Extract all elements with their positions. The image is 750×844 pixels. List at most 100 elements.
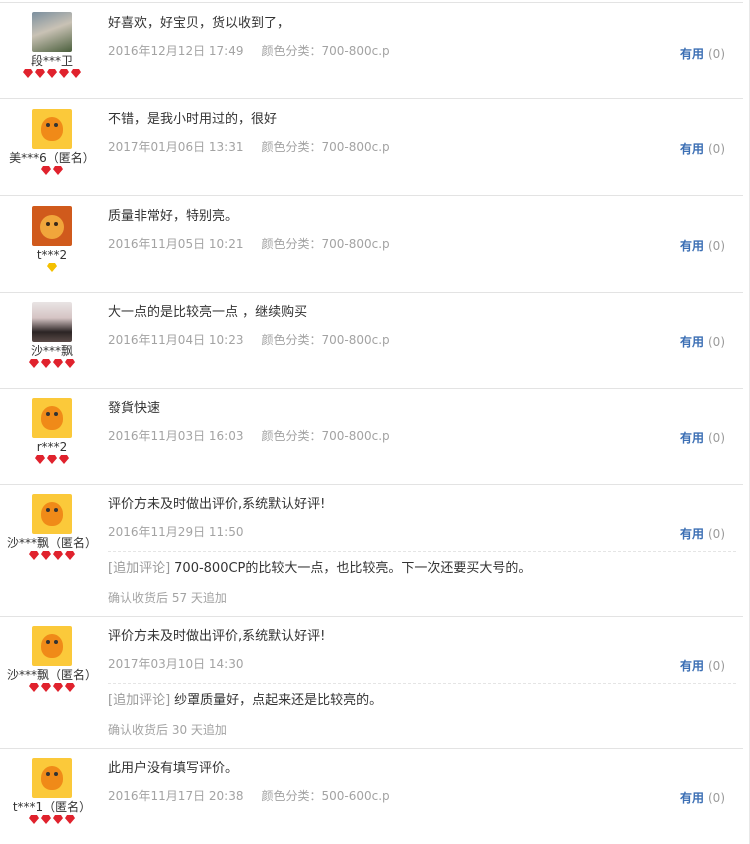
user-avatar[interactable] [32, 206, 72, 246]
red-diamond-icon [71, 69, 81, 78]
review-date: 2016年11月29日 11:50 [108, 525, 244, 539]
username[interactable]: t***2 [0, 248, 104, 262]
red-diamond-icon [47, 455, 57, 464]
red-diamond-icon [65, 683, 75, 692]
useful-label: 有用 [679, 431, 704, 445]
useful-button[interactable]: 有用 (0) [680, 430, 725, 446]
red-diamond-icon [53, 815, 63, 824]
review-content: 好喜欢，好宝贝，货以收到了， [108, 16, 291, 31]
useful-count: (0) [708, 47, 725, 61]
red-diamond-icon [35, 69, 45, 78]
buyer-rank-badge [0, 166, 104, 181]
red-diamond-icon [53, 551, 63, 560]
red-diamond-icon [41, 683, 51, 692]
review-user: t***1（匿名） [0, 758, 104, 830]
review-list: 段***卫 好喜欢，好宝贝，货以收到了， 2016年12月12日 17:49 颜色… [0, 0, 750, 844]
review-item: t***2 质量非常好，特别亮。 2016年11月05日 10:21 颜色分类：7… [0, 196, 743, 293]
review-body: 评价方未及时做出评价,系统默认好评! 2017年03月10日 14:30 [追加… [108, 628, 736, 746]
review-content: 大一点的是比较亮一点 ，继续购买 [108, 305, 308, 320]
review-date: 2016年11月05日 10:21 [108, 237, 244, 251]
useful-button[interactable]: 有用 (0) [680, 790, 725, 806]
buyer-rank-badge [0, 455, 104, 470]
red-diamond-icon [65, 815, 75, 824]
red-diamond-icon [59, 455, 69, 464]
useful-label: 有用 [679, 335, 704, 349]
review-date: 2016年11月03日 16:03 [108, 429, 244, 443]
append-meta: 确认收货后 30 天追加 [108, 723, 227, 737]
user-avatar[interactable] [32, 494, 72, 534]
red-diamond-icon [41, 166, 51, 175]
review-meta: 2016年11月03日 16:03 颜色分类：700-800c.p [108, 428, 736, 444]
username[interactable]: 沙***飘（匿名） [0, 668, 104, 682]
red-diamond-icon [41, 359, 51, 368]
useful-button[interactable]: 有用 (0) [680, 334, 725, 350]
review-user: 沙***飘 [0, 302, 104, 374]
review-meta: 2016年11月29日 11:50 [108, 524, 736, 540]
useful-button[interactable]: 有用 (0) [680, 46, 725, 62]
red-diamond-icon [53, 359, 63, 368]
append-text: 纱罩质量好，点起来还是比较亮的。 [174, 693, 383, 708]
review-meta: 2017年03月10日 14:30 [108, 656, 736, 672]
useful-label: 有用 [679, 239, 704, 253]
buyer-rank-badge [0, 551, 104, 566]
review-content: 此用户没有填写评价。 [108, 761, 239, 776]
username[interactable]: 美***6（匿名） [0, 151, 104, 165]
red-diamond-icon [29, 815, 39, 824]
review-sku: 颜色分类：500-600c.p [261, 789, 390, 803]
review-date: 2016年11月17日 20:38 [108, 789, 244, 803]
review-meta: 2016年11月04日 10:23 颜色分类：700-800c.p [108, 332, 736, 348]
append-tag: [追加评论] [108, 693, 171, 708]
username[interactable]: 段***卫 [0, 54, 104, 68]
red-diamond-icon [41, 815, 51, 824]
review-date: 2016年11月04日 10:23 [108, 333, 244, 347]
review-item: 段***卫 好喜欢，好宝贝，货以收到了， 2016年12月12日 17:49 颜色… [0, 2, 743, 99]
user-avatar[interactable] [32, 626, 72, 666]
user-avatar[interactable] [32, 302, 72, 342]
review-body: 不错，是我小时用过的，很好 2017年01月06日 13:31 颜色分类：700-… [108, 111, 736, 155]
red-diamond-icon [41, 551, 51, 560]
username[interactable]: 沙***飘（匿名） [0, 536, 104, 550]
useful-count: (0) [708, 431, 725, 445]
red-diamond-icon [53, 166, 63, 175]
review-content: 评价方未及时做出评价,系统默认好评! [108, 629, 326, 644]
useful-button[interactable]: 有用 (0) [680, 141, 725, 157]
review-date: 2016年12月12日 17:49 [108, 44, 244, 58]
review-user: 沙***飘（匿名） [0, 626, 104, 698]
append-review: [追加评论] 纱罩质量好，点起来还是比较亮的。 [108, 692, 382, 710]
useful-label: 有用 [679, 47, 704, 61]
review-item: 沙***飘（匿名） 评价方未及时做出评价,系统默认好评! 2017年03月10日… [0, 617, 743, 749]
useful-button[interactable]: 有用 (0) [680, 526, 725, 542]
red-diamond-icon [65, 551, 75, 560]
user-avatar[interactable] [32, 109, 72, 149]
red-diamond-icon [23, 69, 33, 78]
review-body: 好喜欢，好宝贝，货以收到了， 2016年12月12日 17:49 颜色分类：700… [108, 15, 736, 59]
red-diamond-icon [29, 683, 39, 692]
useful-button[interactable]: 有用 (0) [680, 238, 725, 254]
review-body: 發貨快速 2016年11月03日 16:03 颜色分类：700-800c.p [108, 400, 736, 444]
review-body: 质量非常好，特别亮。 2016年11月05日 10:21 颜色分类：700-800… [108, 208, 736, 252]
user-avatar[interactable] [32, 398, 72, 438]
review-content: 發貨快速 [108, 401, 161, 416]
useful-label: 有用 [679, 142, 704, 156]
review-sku: 颜色分类：700-800c.p [261, 333, 390, 347]
buyer-rank-badge [0, 69, 104, 84]
review-item: r***2 發貨快速 2016年11月03日 16:03 颜色分类：700-800… [0, 389, 743, 485]
review-meta: 2017年01月06日 13:31 颜色分类：700-800c.p [108, 139, 736, 155]
append-tag: [追加评论] [108, 561, 171, 576]
review-content: 评价方未及时做出评价,系统默认好评! [108, 497, 326, 512]
useful-count: (0) [708, 335, 725, 349]
username[interactable]: 沙***飘 [0, 344, 104, 358]
buyer-rank-badge [0, 263, 104, 278]
user-avatar[interactable] [32, 12, 72, 52]
username[interactable]: t***1（匿名） [0, 800, 104, 814]
review-user: 美***6（匿名） [0, 109, 104, 181]
review-date: 2017年01月06日 13:31 [108, 140, 244, 154]
user-avatar[interactable] [32, 758, 72, 798]
useful-count: (0) [708, 527, 725, 541]
append-divider [108, 551, 736, 552]
review-meta: 2016年12月12日 17:49 颜色分类：700-800c.p [108, 43, 736, 59]
useful-button[interactable]: 有用 (0) [680, 658, 725, 674]
red-diamond-icon [53, 683, 63, 692]
username[interactable]: r***2 [0, 440, 104, 454]
append-review: [追加评论] 700-800CP的比较大一点，也比较亮。下一次还要买大号的。 [108, 560, 531, 578]
